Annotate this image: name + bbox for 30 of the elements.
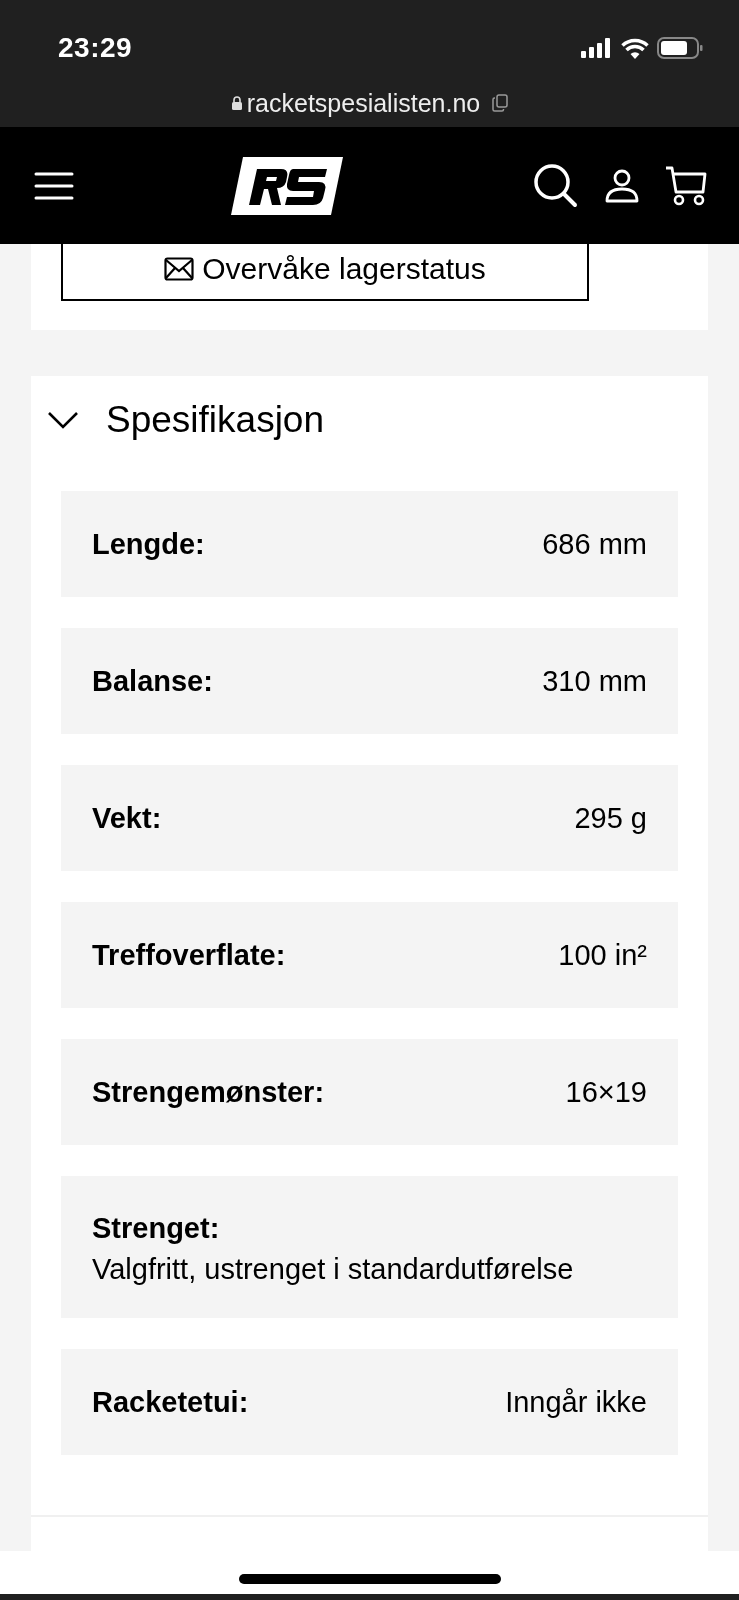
stock-alert-button[interactable]: Overvåke lagerstatus <box>61 244 589 301</box>
spec-value: 310 mm <box>542 664 647 698</box>
battery-icon <box>657 37 703 59</box>
spec-label: Strengemønster: <box>92 1075 325 1109</box>
spec-value: 686 mm <box>542 527 647 561</box>
spec-value: 100 in² <box>558 938 647 972</box>
menu-icon[interactable] <box>34 170 74 201</box>
lock-icon <box>230 96 243 110</box>
spec-label: Treffoverflate: <box>92 938 286 972</box>
spec-value: Valgfritt, ustrenget i standardutførelse <box>92 1253 575 1286</box>
spec-label: Vekt: <box>92 801 162 835</box>
spec-label: Lengde: <box>92 527 205 561</box>
search-icon[interactable] <box>533 162 579 209</box>
spec-label: Racketetui: <box>92 1385 249 1419</box>
spec-value: Inngår ikke <box>505 1385 647 1419</box>
spec-value: 295 g <box>574 801 647 835</box>
logo-icon[interactable] <box>231 157 343 215</box>
envelope-icon <box>164 256 195 281</box>
account-icon[interactable] <box>605 168 639 203</box>
section-title: Spesifikasjon <box>106 399 324 441</box>
cart-icon[interactable] <box>665 165 707 206</box>
section-header[interactable]: Spesifikasjon <box>47 376 678 464</box>
spec-label: Strenget: <box>92 1212 221 1245</box>
wifi-icon <box>621 37 649 59</box>
copy-icon[interactable] <box>492 94 509 112</box>
spec-value: 16×19 <box>565 1075 647 1109</box>
signal-icon <box>581 38 613 58</box>
url-text[interactable]: racketspesialisten.no <box>246 88 481 118</box>
spec-label: Balanse: <box>92 664 213 698</box>
status-time: 23:29 <box>58 32 133 64</box>
